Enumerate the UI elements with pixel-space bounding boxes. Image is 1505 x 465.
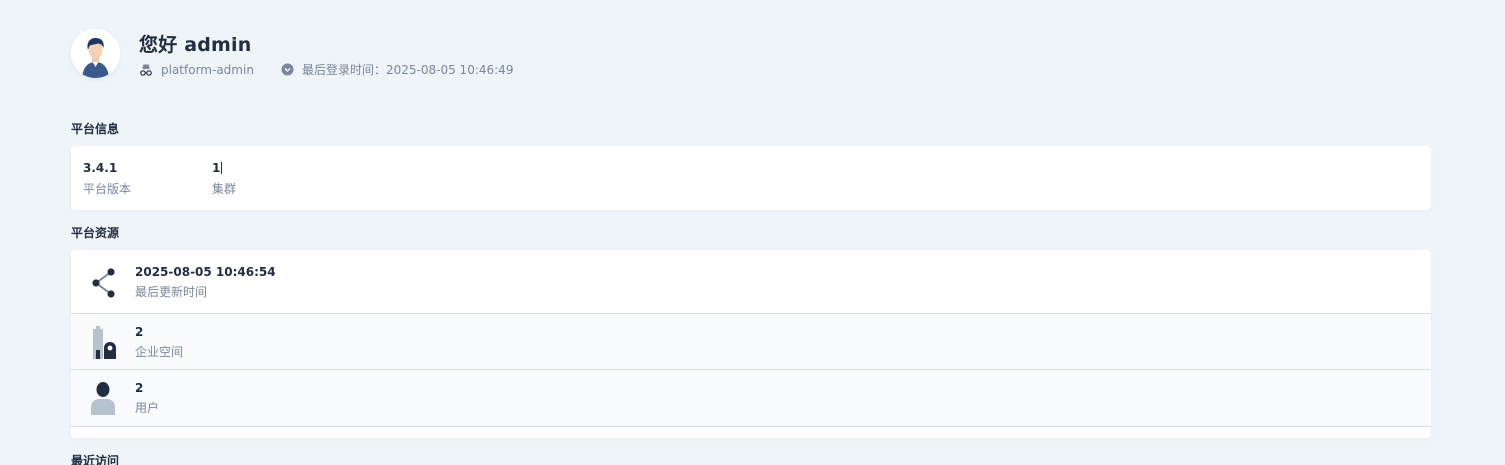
text-cursor xyxy=(221,162,223,174)
user-icon xyxy=(91,382,115,415)
platform-info-title: 平台信息 xyxy=(71,122,120,136)
platform-version-label: 平台版本 xyxy=(83,182,132,196)
role-icon xyxy=(140,64,152,76)
platform-resources-card: 2025-08-05 10:46:54 最后更新时间 2 企业空间 2 用户 xyxy=(71,250,1431,438)
resource-last-update-text: 2025-08-05 10:46:54 最后更新时间 xyxy=(135,264,276,300)
resource-users-text: 2 用户 xyxy=(135,380,159,416)
platform-resources-title: 平台资源 xyxy=(71,226,120,240)
user-meta: platform-admin 最后登录时间：2025-08-05 10:46:4… xyxy=(139,61,513,78)
resource-row-workspaces[interactable]: 2 企业空间 xyxy=(71,314,1431,370)
cluster-count-value: 1 xyxy=(212,161,221,175)
clock-icon xyxy=(281,63,294,76)
cluster-count-value-wrap: 1 xyxy=(212,160,236,176)
resource-row-last-update: 2025-08-05 10:46:54 最后更新时间 xyxy=(71,250,1431,314)
resource-label: 用户 xyxy=(135,401,160,415)
greeting-title: 您好 admin xyxy=(139,34,252,56)
resource-value: 2 xyxy=(135,381,144,395)
platform-version: 3.4.1 平台版本 xyxy=(83,160,131,197)
recent-access-title: 最近访问 xyxy=(71,454,120,465)
avatar[interactable] xyxy=(71,29,120,78)
platform-info-card: 3.4.1 平台版本 1 集群 xyxy=(71,146,1431,210)
avatar-image xyxy=(71,29,120,78)
cluster-count[interactable]: 1 集群 xyxy=(212,160,236,197)
role-info: platform-admin xyxy=(139,63,281,77)
share-nodes-icon xyxy=(92,268,115,298)
overview-page: 您好 admin platform-admin 最后登录时间：2025-08-0… xyxy=(0,0,1505,465)
resource-workspaces-text: 2 企业空间 xyxy=(135,324,183,360)
cluster-count-label: 集群 xyxy=(212,182,237,196)
last-login-info: 最后登录时间：2025-08-05 10:46:49 xyxy=(281,61,513,78)
platform-version-value: 3.4.1 xyxy=(83,161,118,175)
resource-label: 企业空间 xyxy=(135,345,184,359)
resource-label: 最后更新时间 xyxy=(135,285,208,299)
resource-row-users[interactable]: 2 用户 xyxy=(71,370,1431,427)
role-text: platform-admin xyxy=(161,62,254,77)
workspace-icon xyxy=(93,326,116,359)
resource-value: 2025-08-05 10:46:54 xyxy=(135,265,276,279)
last-login-text: 最后登录时间：2025-08-05 10:46:49 xyxy=(302,63,514,77)
resource-value: 2 xyxy=(135,325,144,339)
